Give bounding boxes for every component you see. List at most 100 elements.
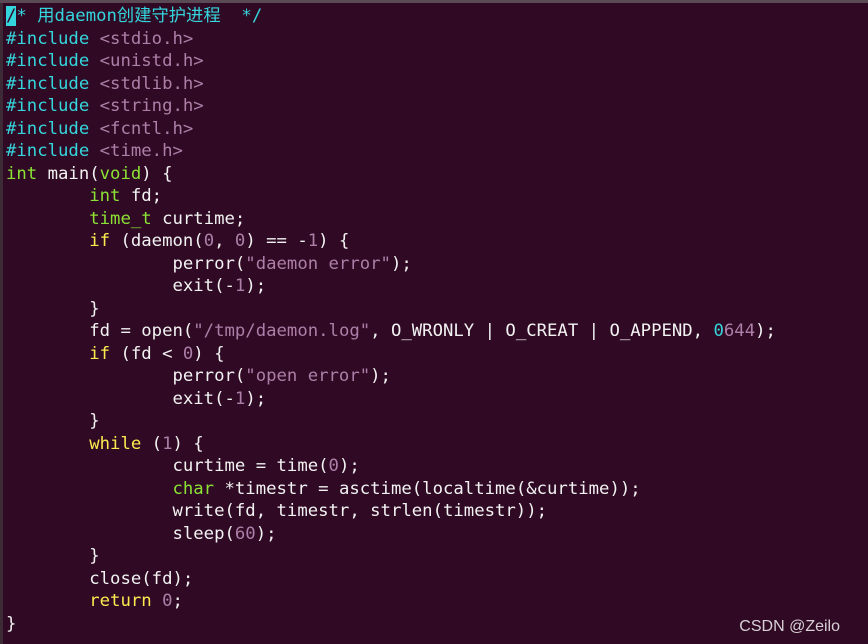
code-text: ) { [141,163,173,184]
code-text: ); [245,276,267,296]
watermark: CSDN @Zeilo [739,618,840,635]
octal-prefix: 0 [713,321,724,341]
code-text: ); [255,523,277,544]
number-literal: 1 [162,433,173,454]
code-text: ); [390,253,412,274]
vim-editor-buffer[interactable]: /* 用daemon创建守护进程 */#include <stdio.h> #in… [6,5,776,635]
window-top-border [0,0,868,3]
type-keyword: int [6,163,38,184]
code-text: perror( [6,366,246,386]
code-text: ); [245,388,267,409]
code-line: perror("daemon error"); [6,253,776,276]
code-line: write(fd, timestr, strlen(timestr)); [6,500,776,523]
string-literal: "daemon error" [245,253,391,274]
number-literal: 60 [234,523,256,544]
type-keyword: time_t [89,208,152,229]
code-line: close(fd); [6,568,776,591]
preprocessor-directive: #include [6,118,90,139]
code-line: char *timestr = asctime(localtime(&curti… [6,478,776,501]
code-text: exit(- [6,276,235,296]
comment: * 用daemon创建守护进程 */ [16,6,263,26]
code-text: exit(- [6,388,235,409]
code-text: ) { [172,433,204,454]
code-text: } [6,546,100,566]
code-text: perror( [6,253,246,274]
code-text: *timestr = asctime(localtime(&curtime)); [214,478,641,499]
code-text: } [6,613,17,634]
number-literal: 0 [328,456,339,476]
code-line: } [6,545,776,568]
type-keyword: void [99,163,142,184]
code-line: int main(void) { [6,163,776,186]
code-line: perror("open error"); [6,365,776,388]
string-literal: <fcntl.h> [99,118,194,139]
preprocessor-directive: #include [6,96,90,116]
number-literal: 1 [307,231,319,251]
string-literal: <unistd.h> [99,51,204,71]
code-text: ); [755,321,776,341]
code-line: #include <string.h> [6,95,776,118]
code-text: ); [338,456,360,476]
code-line: } [6,298,776,321]
code-line: exit(-1); [6,275,776,298]
code-text: ) { [318,231,350,251]
code-text: , [214,231,235,251]
code-line: exit(-1); [6,388,776,411]
string-literal: "/tmp/daemon.log" [193,321,371,341]
code-line: curtime = time(0); [6,455,776,478]
number-literal: 1 [234,276,246,296]
code-text: } [6,298,100,319]
code-text: fd; [120,186,163,206]
code-line: #include <fcntl.h> [6,118,776,141]
code-text: fd = open( [6,321,194,341]
code-line: if (fd < 0) { [6,343,776,366]
number-literal: 1 [234,388,246,409]
code-line: int fd; [6,185,776,208]
preprocessor-directive: #include [6,73,90,94]
type-keyword: int [89,186,121,206]
code-text: , O_WRONLY | O_CREAT | O_APPEND, [370,321,714,341]
preprocessor-directive: #include [6,141,90,161]
number-literal: 0 [162,591,173,611]
control-keyword: if [89,343,111,364]
code-line: time_t curtime; [6,208,776,231]
code-line: } [6,410,776,433]
code-line: } [6,613,776,636]
string-literal: "open error" [245,366,371,386]
code-line: while (1) { [6,433,776,456]
control-keyword: return [89,591,152,611]
string-literal: <time.h> [99,141,183,161]
code-line: #include <stdio.h> [6,28,776,51]
code-text: ) { [193,343,225,364]
code-text: ; [172,591,183,611]
left-border [0,3,3,644]
type-keyword: char [172,478,215,499]
control-keyword: while [89,433,142,454]
code-text: curtime; [151,208,246,229]
code-text: curtime = time( [6,456,329,476]
string-literal: <stdio.h> [99,28,194,49]
string-literal: <stdlib.h> [99,73,204,94]
code-line: #include <stdlib.h> [6,73,776,96]
code-text: } [6,411,100,431]
code-line: fd = open("/tmp/daemon.log", O_WRONLY | … [6,320,776,343]
control-keyword: if [89,231,111,251]
code-text: ( [141,433,163,454]
code-line: sleep(60); [6,523,776,546]
number-literal: 0 [182,343,194,364]
code-text: main( [37,163,100,184]
number-literal: 0 [234,231,246,251]
number-literal: 0 [203,231,215,251]
code-text: write(fd, timestr, strlen(timestr)); [6,501,548,521]
code-line: if (daemon(0, 0) == -1) { [6,230,776,253]
code-text: sleep( [6,523,235,544]
